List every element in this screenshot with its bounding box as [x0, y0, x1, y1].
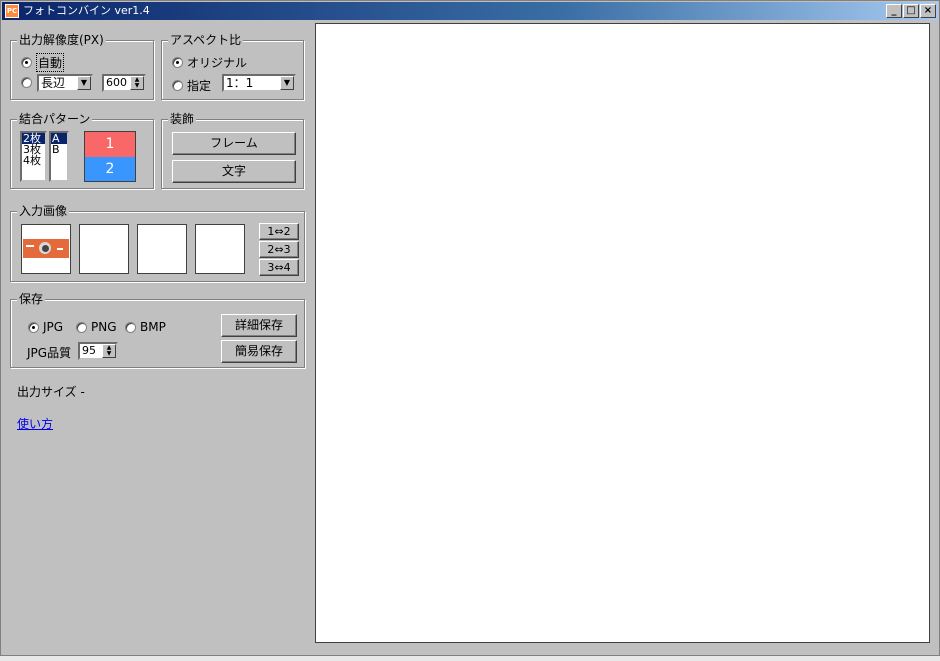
save-group: 保存 JPG PNG BMP JPG品質 95 ▲ ▼ 詳細保存 簡易保存: [10, 292, 305, 368]
resolution-group: 出力解像度(PX) 自動 長辺 ▼ 600 ▲ ▼: [10, 33, 154, 100]
minimize-button[interactable]: _: [886, 4, 902, 18]
radio-unselected-icon: [172, 80, 183, 91]
help-link[interactable]: 使い方: [17, 415, 53, 432]
jpg-quality-stepper[interactable]: 95 ▲ ▼: [78, 342, 118, 360]
resolution-value: 600: [106, 76, 127, 89]
preview-canvas[interactable]: [315, 23, 930, 643]
radio-selected-icon: [21, 57, 32, 68]
pattern-legend: 結合パターン: [17, 112, 93, 126]
aspect-specify-radio[interactable]: 指定: [172, 77, 211, 94]
resolution-side-select[interactable]: 長辺 ▼: [37, 74, 93, 92]
list-item[interactable]: B: [51, 144, 67, 155]
swap-2-3-button[interactable]: 2⇔3: [259, 241, 299, 258]
close-button[interactable]: ×: [920, 4, 936, 18]
decoration-legend: 装飾: [168, 112, 197, 126]
title-bar[interactable]: PC フォトコンバイン ver1.4 _ □ ×: [2, 2, 938, 20]
aspect-ratio-select[interactable]: 1：1 ▼: [222, 74, 296, 92]
pattern-group: 結合パターン 2枚 3枚 4枚 A B 1 2: [10, 112, 154, 189]
aspect-legend: アスペクト比: [168, 33, 244, 47]
radio-unselected-icon: [21, 77, 32, 88]
format-jpg-label: JPG: [43, 320, 64, 334]
input-image-slot-3[interactable]: [137, 224, 187, 274]
aspect-ratio-value: 1：1: [226, 76, 254, 90]
format-png-label: PNG: [91, 320, 117, 334]
radio-selected-icon: [28, 321, 39, 333]
app-window: PC フォトコンバイン ver1.4 _ □ × 出力解像度(PX) 自動 長辺…: [0, 0, 940, 656]
jpg-quality-value: 95: [82, 344, 96, 357]
resolution-auto-radio[interactable]: 自動: [21, 53, 65, 72]
resolution-value-stepper[interactable]: 600 ▲ ▼: [102, 74, 146, 92]
swap-1-2-button[interactable]: 1⇔2: [259, 223, 299, 240]
resolution-legend: 出力解像度(PX): [17, 33, 106, 47]
list-item[interactable]: 4枚: [22, 155, 45, 166]
taskbar-strip: [0, 656, 940, 661]
format-png-radio[interactable]: PNG: [76, 320, 117, 334]
input-image-slot-4[interactable]: [195, 224, 245, 274]
save-legend: 保存: [17, 292, 46, 306]
input-image-slot-1[interactable]: [21, 224, 71, 274]
aspect-original-label: オリジナル: [187, 56, 248, 70]
jpg-quality-label: JPG品質: [27, 346, 72, 360]
text-button[interactable]: 文字: [172, 160, 296, 183]
aspect-group: アスペクト比 オリジナル 指定 1：1 ▼: [161, 33, 304, 100]
pattern-count-list[interactable]: 2枚 3枚 4枚: [20, 131, 47, 182]
decoration-group: 装飾 フレーム 文字: [161, 112, 304, 189]
format-bmp-radio[interactable]: BMP: [125, 320, 166, 334]
format-jpg-radio[interactable]: JPG: [28, 320, 63, 334]
chevron-down-icon[interactable]: ▼: [280, 76, 294, 90]
input-legend: 入力画像: [17, 204, 70, 218]
radio-unselected-icon: [125, 321, 136, 333]
maximize-button[interactable]: □: [903, 4, 919, 18]
radio-unselected-icon: [76, 321, 87, 333]
chevron-down-icon[interactable]: ▼: [77, 76, 91, 90]
app-icon: PC: [5, 4, 19, 18]
format-bmp-label: BMP: [140, 320, 166, 334]
quick-save-button[interactable]: 簡易保存: [221, 340, 297, 363]
swap-3-4-button[interactable]: 3⇔4: [259, 259, 299, 276]
detail-save-button[interactable]: 詳細保存: [221, 314, 297, 337]
resolution-manual-radio[interactable]: [21, 77, 36, 88]
pattern-preview-slot-2: 2: [85, 157, 135, 181]
aspect-specify-label: 指定: [187, 79, 212, 93]
input-images-group: 入力画像 1⇔2 2⇔3 3⇔4: [10, 204, 305, 282]
window-title: フォトコンバイン ver1.4: [23, 4, 150, 17]
spin-updown-icon[interactable]: ▲ ▼: [102, 344, 116, 358]
resolution-side-value: 長辺: [41, 76, 66, 90]
pattern-preview-slot-1: 1: [85, 132, 135, 157]
aspect-original-radio[interactable]: オリジナル: [172, 54, 247, 71]
resolution-auto-label: 自動: [36, 53, 65, 72]
frame-button[interactable]: フレーム: [172, 132, 296, 155]
input-image-slot-2[interactable]: [79, 224, 129, 274]
radio-selected-icon: [172, 57, 183, 68]
thumbnail-image: [23, 239, 69, 258]
pattern-variant-list[interactable]: A B: [49, 131, 69, 182]
output-size-label: 出力サイズ -: [17, 385, 85, 399]
pattern-preview: 1 2: [84, 131, 136, 182]
spin-updown-icon[interactable]: ▲ ▼: [130, 76, 144, 90]
